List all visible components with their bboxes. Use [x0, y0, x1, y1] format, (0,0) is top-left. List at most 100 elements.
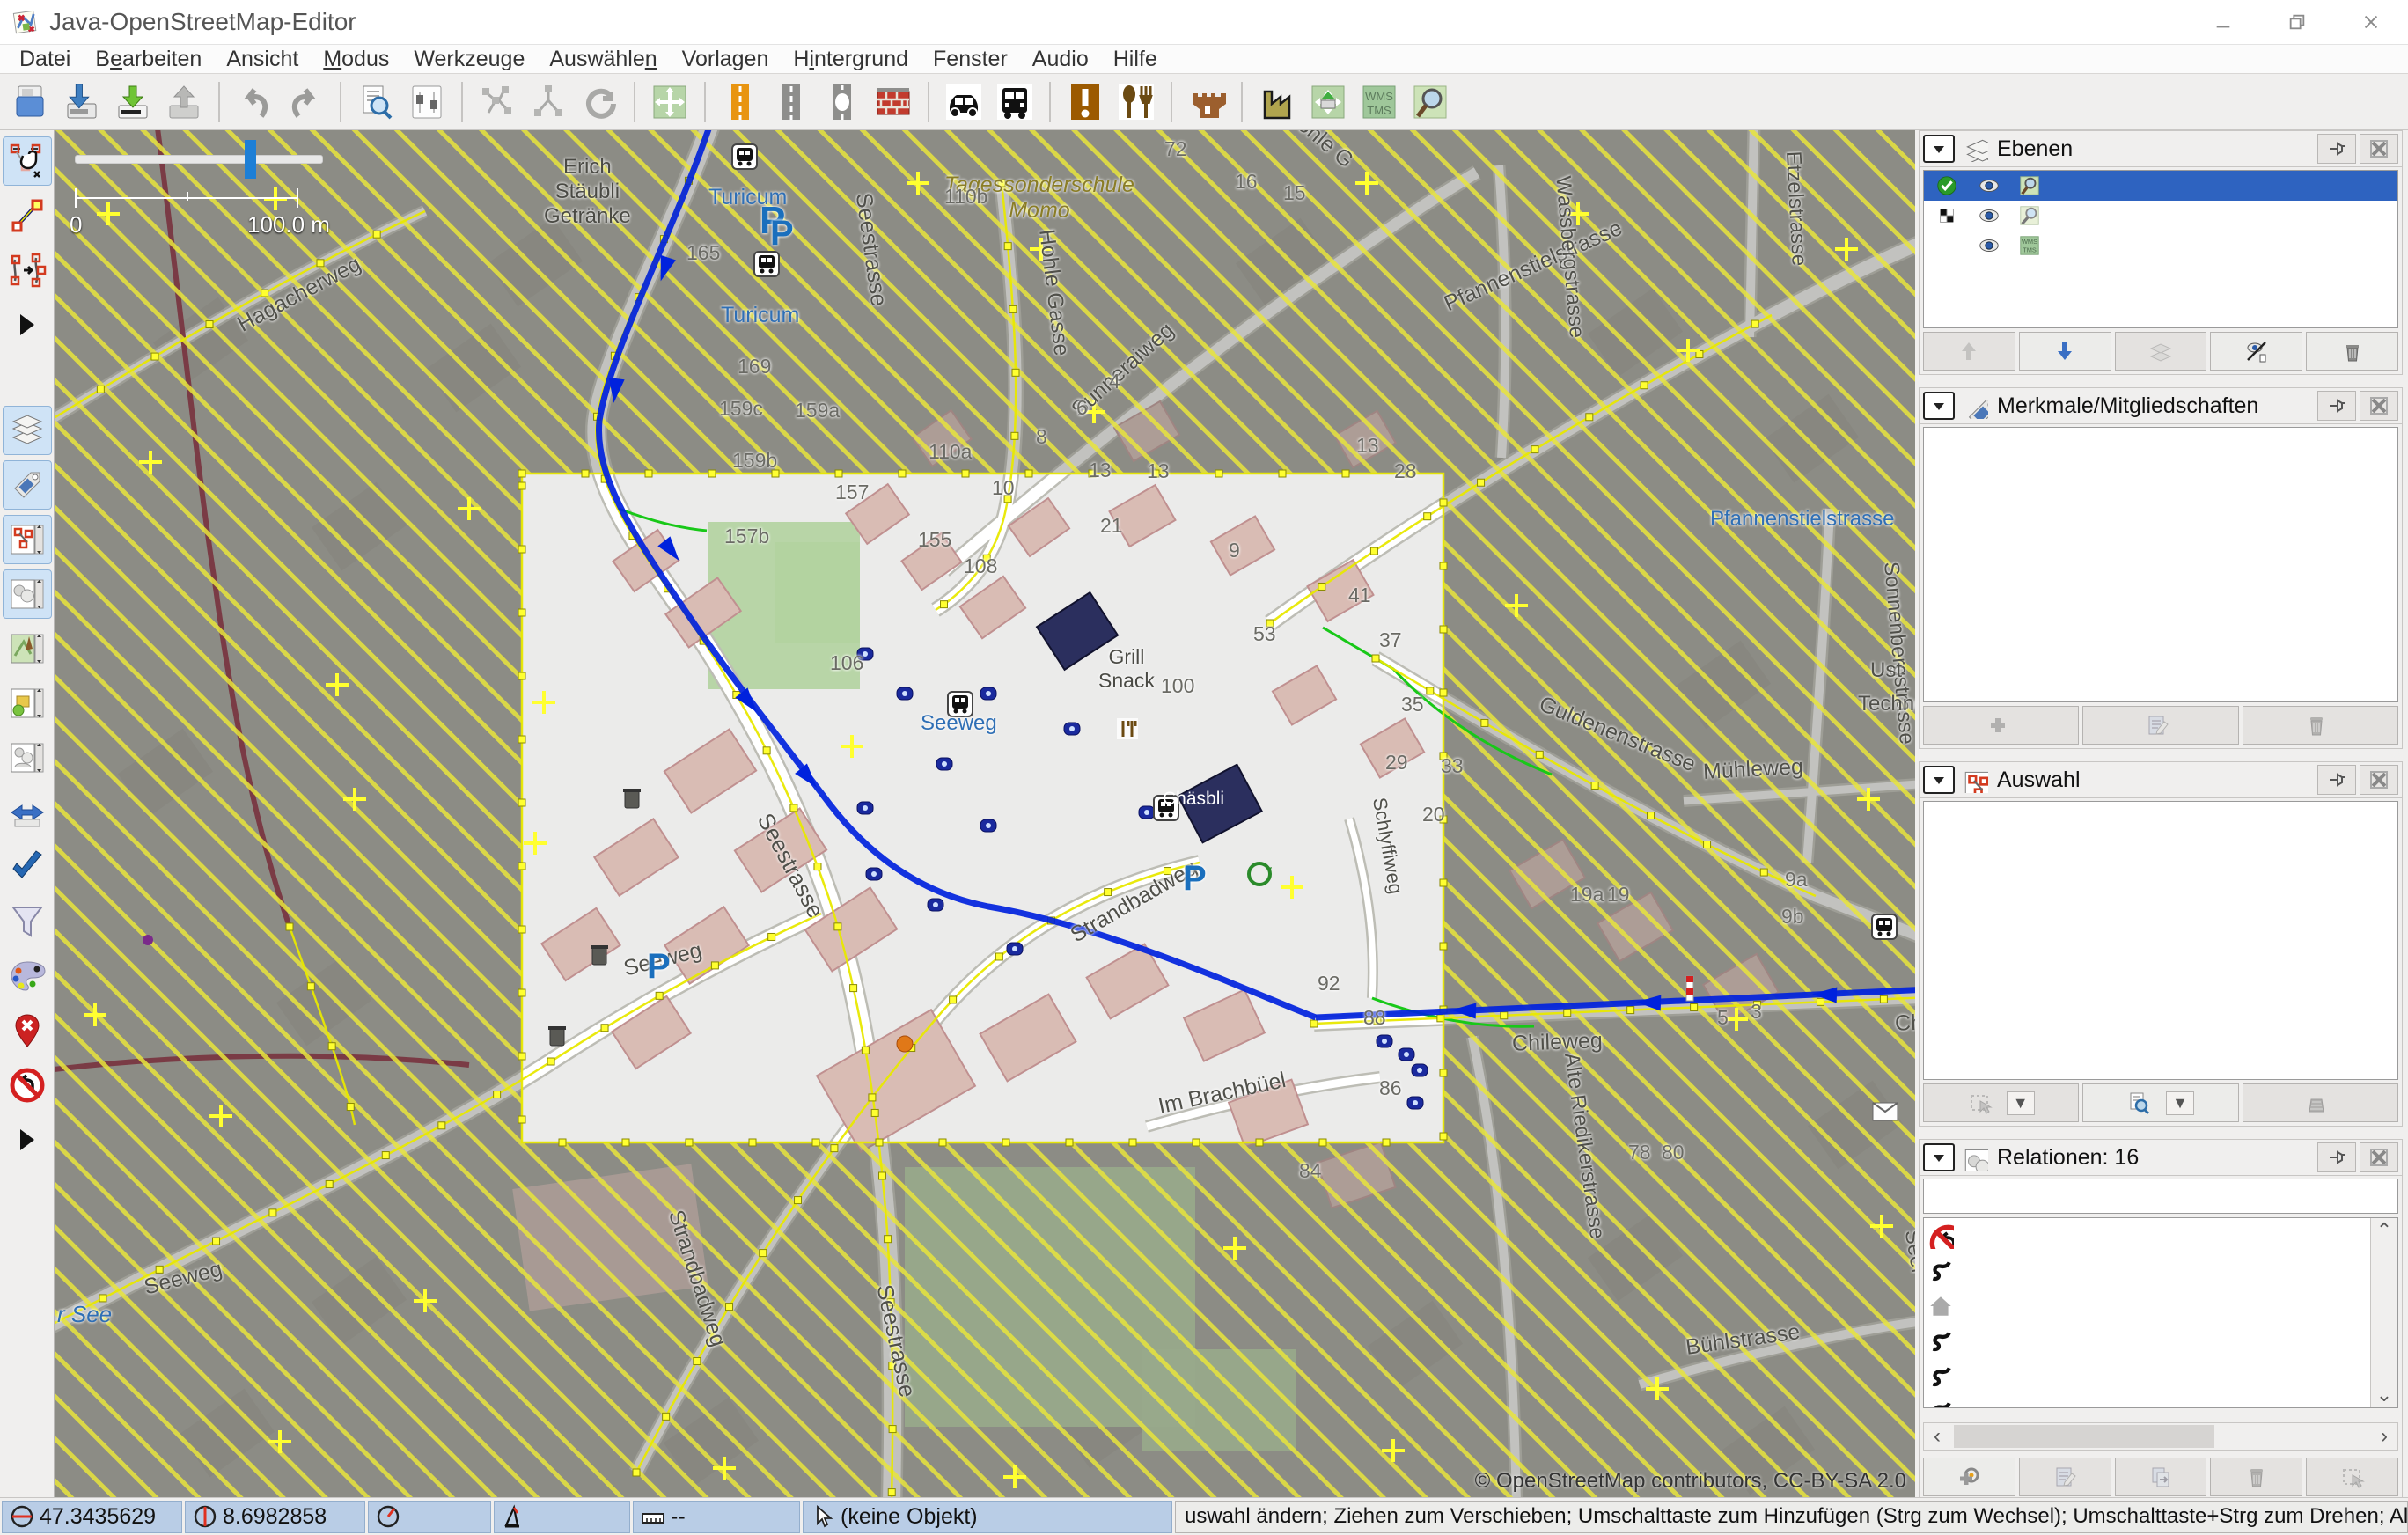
delete-layer-button[interactable] — [2306, 332, 2398, 371]
selection-close-button[interactable] — [2360, 765, 2398, 795]
redo-button[interactable] — [282, 78, 329, 126]
scroll-up-icon[interactable]: ⌃ — [2371, 1218, 2397, 1243]
select-tool-button[interactable] — [2, 136, 52, 186]
map-zoom-button[interactable] — [1406, 78, 1454, 126]
zoom-slider[interactable] — [75, 140, 323, 179]
visibility-eye-icon[interactable] — [1966, 234, 2012, 257]
visibility-eye-icon[interactable] — [1966, 204, 2012, 227]
delete-relation-button[interactable] — [2210, 1458, 2303, 1496]
wms-tms-button[interactable]: WMS TMS — [1355, 78, 1403, 126]
mapstyle-toggle-button[interactable] — [3, 624, 52, 673]
move-down-button[interactable] — [2018, 332, 2111, 371]
tags-menu-button[interactable] — [1923, 392, 1955, 420]
layers-pin-button[interactable] — [2317, 134, 2356, 164]
car-button[interactable] — [940, 78, 987, 126]
map-canvas[interactable]: Erich Stäubli Getränke Turicum Turicum P See… — [55, 130, 1915, 1497]
scroll-down-icon[interactable]: ⌄ — [2371, 1383, 2397, 1407]
tags-pin-button[interactable] — [2317, 391, 2356, 421]
trash-button[interactable] — [2242, 706, 2398, 745]
relations-filter-input[interactable] — [1923, 1179, 2398, 1214]
edit-relation-button[interactable] — [2018, 1458, 2111, 1496]
menu-ansicht[interactable]: Ansicht — [214, 45, 311, 73]
validator-check-button[interactable] — [3, 842, 52, 892]
relations-vertical-scrollbar[interactable]: ⌃ ⌄ — [2370, 1218, 2397, 1407]
split-way-button[interactable] — [525, 78, 572, 126]
road-gray-button[interactable] — [767, 78, 815, 126]
marker-error-button[interactable] — [3, 1006, 52, 1055]
menu-hintergrund[interactable]: Hi ntergrund — [781, 45, 921, 73]
search-doc-button[interactable] — [352, 78, 400, 126]
expander-button[interactable] — [3, 300, 52, 349]
menu-bearbeiten[interactable]: Be arbeiten — [83, 45, 214, 73]
move-up-button[interactable] — [1923, 332, 2015, 371]
dropdown-arrow-icon[interactable]: ▼ — [2006, 1091, 2035, 1115]
selection-menu-button[interactable] — [1923, 766, 1955, 794]
bus-button[interactable] — [991, 78, 1039, 126]
changeset-toggle-button[interactable] — [3, 679, 52, 728]
upload-button[interactable] — [160, 78, 208, 126]
refresh-button[interactable] — [576, 78, 623, 126]
menu-modus[interactable]: Modus — [311, 45, 401, 73]
exclamation-button[interactable] — [1061, 78, 1109, 126]
layer-row[interactable]: WMS TMS — [1924, 231, 2397, 261]
toggle-visibility-button[interactable] — [2210, 332, 2303, 371]
authors-toggle-button[interactable] — [3, 733, 52, 782]
factory-button[interactable] — [1253, 78, 1301, 126]
relation-item[interactable] — [1924, 1253, 2397, 1289]
plus-button[interactable] — [1923, 706, 2080, 745]
tags-toggle-button[interactable] — [2, 460, 52, 510]
scroll-left-icon[interactable]: ‹ — [1924, 1423, 1950, 1450]
restore-button[interactable] — [2260, 0, 2334, 44]
relations-menu-button[interactable] — [1923, 1143, 1955, 1171]
road-orange-button[interactable] — [716, 78, 764, 126]
layers-menu-button[interactable] — [1923, 135, 1955, 163]
relations-pin-button[interactable] — [2317, 1142, 2356, 1172]
relations-toggle-button[interactable] — [2, 569, 52, 619]
map-move-button[interactable] — [646, 78, 694, 126]
layers-toggle-button[interactable] — [2, 406, 52, 455]
undo-button[interactable] — [231, 78, 278, 126]
add-relation-button[interactable] — [1923, 1458, 2015, 1496]
relations-horizontal-scrollbar[interactable]: ‹ › — [1923, 1422, 2398, 1451]
close-button[interactable] — [2334, 0, 2408, 44]
layer-row[interactable] — [1924, 201, 2397, 231]
scrollbar-thumb[interactable] — [1954, 1425, 2214, 1448]
palette-button[interactable] — [3, 951, 52, 1001]
selection-toggle-button[interactable] — [2, 515, 52, 564]
suche-button[interactable]: ▼ — [2082, 1083, 2239, 1122]
tags-close-button[interactable] — [2360, 391, 2398, 421]
open-button[interactable] — [7, 78, 55, 126]
brick-wall-button[interactable] — [870, 78, 917, 126]
menu-werkzeuge[interactable]: Werkzeuge — [401, 45, 537, 73]
menu-hilfe[interactable]: Hilfe — [1101, 45, 1170, 73]
layer-row[interactable] — [1924, 171, 2397, 201]
menu-datei[interactable]: Datei — [7, 45, 83, 73]
restaurant-button[interactable] — [1112, 78, 1160, 126]
expander-button[interactable] — [3, 1115, 52, 1164]
menu-vorlagen[interactable]: Vorlagen — [670, 45, 782, 73]
filter-funnel-button[interactable] — [3, 897, 52, 946]
auswähle-button[interactable]: ▼ — [1923, 1083, 2080, 1122]
duplicate-relation-button[interactable] — [2114, 1458, 2207, 1496]
download-data-button[interactable] — [58, 78, 106, 126]
visibility-eye-icon[interactable] — [1966, 174, 2012, 197]
improve-way-button[interactable] — [3, 246, 52, 295]
relations-close-button[interactable] — [2360, 1142, 2398, 1172]
road-crossing-button[interactable] — [819, 78, 866, 126]
no-left-turn-button[interactable] — [3, 1061, 52, 1110]
relation-item[interactable] — [1924, 1218, 2397, 1253]
preferences-button[interactable] — [403, 78, 451, 126]
select-relation-button[interactable] — [2306, 1458, 2398, 1496]
download-green-button[interactable] — [109, 78, 157, 126]
relation-item[interactable] — [1924, 1289, 2397, 1324]
relation-item[interactable] — [1924, 1359, 2397, 1394]
menu-fenster[interactable]: Fenster — [921, 45, 1020, 73]
menu-auswählen[interactable]: Auswähle n — [537, 45, 669, 73]
edit-doc-button[interactable] — [2082, 706, 2239, 745]
dropdown-arrow-icon[interactable]: ▼ — [2166, 1091, 2194, 1115]
scroll-right-icon[interactable]: › — [2371, 1423, 2397, 1450]
layers-close-button[interactable] — [2360, 134, 2398, 164]
minimize-button[interactable] — [2186, 0, 2260, 44]
map-download-button[interactable] — [1304, 78, 1352, 126]
menu-audio[interactable]: Audio — [1020, 45, 1101, 73]
